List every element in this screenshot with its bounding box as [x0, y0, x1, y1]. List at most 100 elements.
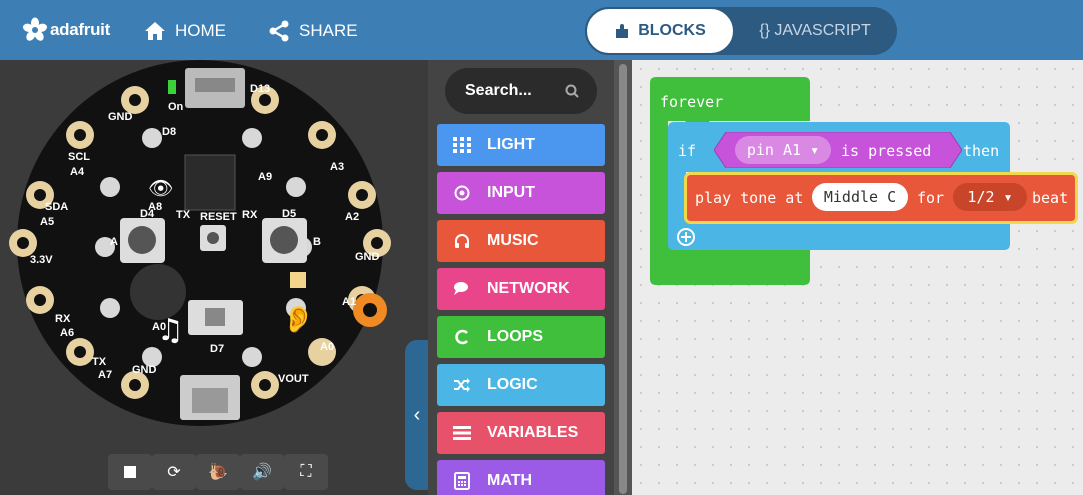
category-label: VARIABLES: [487, 424, 579, 441]
label-a5: A5: [40, 216, 54, 228]
logo-text: adafruit: [50, 20, 110, 39]
label-tx-center: TX: [176, 209, 191, 221]
grid-icon: [451, 134, 473, 156]
category-label: LIGHT: [487, 136, 535, 153]
tab-blocks[interactable]: BLOCKS: [585, 7, 735, 55]
beat-dropdown[interactable]: 1/2 ▾: [953, 183, 1027, 211]
circuit-playground-board[interactable]: 👁 ♫ 👂 On D13 GND D8 SCL A4 SDA A5 3.3V R…: [0, 60, 405, 440]
scrollbar-thumb[interactable]: [619, 64, 627, 494]
category-network[interactable]: NETWORK: [437, 268, 605, 310]
category-music[interactable]: MUSIC: [437, 220, 605, 262]
category-loops[interactable]: LOOPS: [437, 316, 605, 358]
top-bar: adafruit HOME SHARE BLOCKS {} JAVASCRIPT: [0, 0, 1083, 60]
adafruit-flower-icon: [22, 17, 48, 41]
label-vout: VOUT: [278, 373, 309, 385]
if-label: if: [678, 142, 697, 160]
label-a9: A9: [258, 171, 272, 183]
list-icon: [451, 422, 473, 444]
tab-javascript[interactable]: {} JAVASCRIPT: [735, 7, 895, 55]
category-light[interactable]: LIGHT: [437, 124, 605, 166]
sound-button[interactable]: 🔊: [240, 454, 284, 490]
stop-button[interactable]: [108, 454, 152, 490]
calculator-icon: [451, 470, 473, 492]
label-a2: A2: [345, 211, 359, 223]
sound-icon: 🔊: [252, 464, 272, 481]
restart-button[interactable]: ⟳: [152, 454, 196, 490]
speaker: [130, 264, 186, 320]
slow-mo-icon: 🐌: [208, 464, 228, 481]
label-scl: SCL: [68, 151, 90, 163]
microcontroller-chip: [184, 154, 236, 211]
stop-icon: [124, 466, 136, 478]
loop-icon: [451, 326, 473, 348]
blocks-workspace[interactable]: forever if then pin A1 ▾ is pressed play…: [632, 60, 1083, 495]
beat-label: beat: [1032, 189, 1069, 207]
collapse-simulator-button[interactable]: ‹: [405, 340, 429, 490]
pin-dropdown[interactable]: pin A1 ▾: [735, 136, 831, 164]
editor-toggle: BLOCKS {} JAVASCRIPT: [585, 7, 897, 55]
label-d7: D7: [210, 343, 224, 355]
label-d13: D13: [250, 83, 270, 95]
share-icon: [269, 20, 289, 42]
add-else-icon[interactable]: [676, 227, 696, 247]
category-label: LOOPS: [487, 328, 544, 345]
fullscreen-button[interactable]: ⛶: [284, 454, 328, 490]
label-3v3-left: 3.3V: [30, 254, 53, 266]
label-d4: D4: [140, 208, 155, 220]
label-b-button: B: [313, 236, 321, 248]
search-placeholder: Search...: [465, 82, 532, 99]
slow-mo-button[interactable]: 🐌: [196, 454, 240, 490]
tab-blocks-label: BLOCKS: [638, 22, 706, 39]
label-a3: A3: [330, 161, 344, 173]
search-input[interactable]: Search...: [445, 68, 597, 114]
note-input[interactable]: Middle C: [812, 183, 908, 211]
note-value: Middle C: [823, 188, 897, 206]
chat-icon: [451, 278, 473, 300]
chevron-left-icon: ‹: [413, 403, 421, 426]
shuffle-icon: [451, 374, 473, 396]
puzzle-icon: [616, 24, 629, 38]
restart-icon: ⟳: [167, 464, 181, 481]
category-label: NETWORK: [487, 280, 570, 297]
label-a1: A1: [342, 296, 356, 308]
simulator-panel: 👁 ♫ 👂 On D13 GND D8 SCL A4 SDA A5 3.3V R…: [0, 60, 429, 495]
label-d8: D8: [162, 126, 176, 138]
category-label: MUSIC: [487, 232, 539, 249]
category-input[interactable]: INPUT: [437, 172, 605, 214]
home-button[interactable]: HOME: [144, 19, 226, 43]
pin-dropdown-value: pin A1 ▾: [746, 141, 820, 159]
category-label: INPUT: [487, 184, 535, 201]
is-pressed-label: is pressed: [841, 142, 932, 160]
adafruit-logo[interactable]: adafruit: [22, 14, 110, 46]
label-gnd-right: GND: [355, 251, 380, 263]
label-gnd-bottom: GND: [132, 364, 157, 376]
home-icon: [145, 22, 165, 40]
label-sda: SDA: [45, 201, 68, 213]
headphones-icon: [451, 230, 473, 252]
fullscreen-icon: ⛶: [300, 463, 312, 480]
category-logic[interactable]: LOGIC: [437, 364, 605, 406]
svg-text:👂: 👂: [282, 304, 314, 335]
target-icon: [451, 182, 473, 204]
forever-label: forever: [660, 93, 724, 111]
share-button[interactable]: SHARE: [268, 19, 358, 43]
search-icon: [565, 84, 579, 98]
toolbox-scrollbar[interactable]: [614, 60, 632, 495]
label-a-button: A: [110, 236, 118, 248]
category-label: LOGIC: [487, 376, 538, 393]
label-on: On: [168, 101, 184, 113]
label-rx-left: RX: [55, 313, 71, 325]
then-label: then: [963, 142, 1000, 160]
tab-javascript-label: {} JAVASCRIPT: [759, 22, 871, 39]
category-variables[interactable]: VARIABLES: [437, 412, 605, 454]
category-label: MATH: [487, 472, 533, 489]
play-tone-label: play tone at: [695, 189, 804, 207]
home-label: HOME: [175, 21, 226, 40]
category-math[interactable]: MATH: [437, 460, 605, 495]
toolbox: Search... LIGHT INPUT MUSIC NETWORK LOOP…: [428, 60, 614, 495]
svg-text:👁: 👁: [148, 176, 173, 200]
label-a0-center: A0: [152, 321, 166, 333]
label-rx-center: RX: [242, 209, 258, 221]
label-a7: A7: [98, 369, 112, 381]
label-gnd-top: GND: [108, 111, 133, 123]
